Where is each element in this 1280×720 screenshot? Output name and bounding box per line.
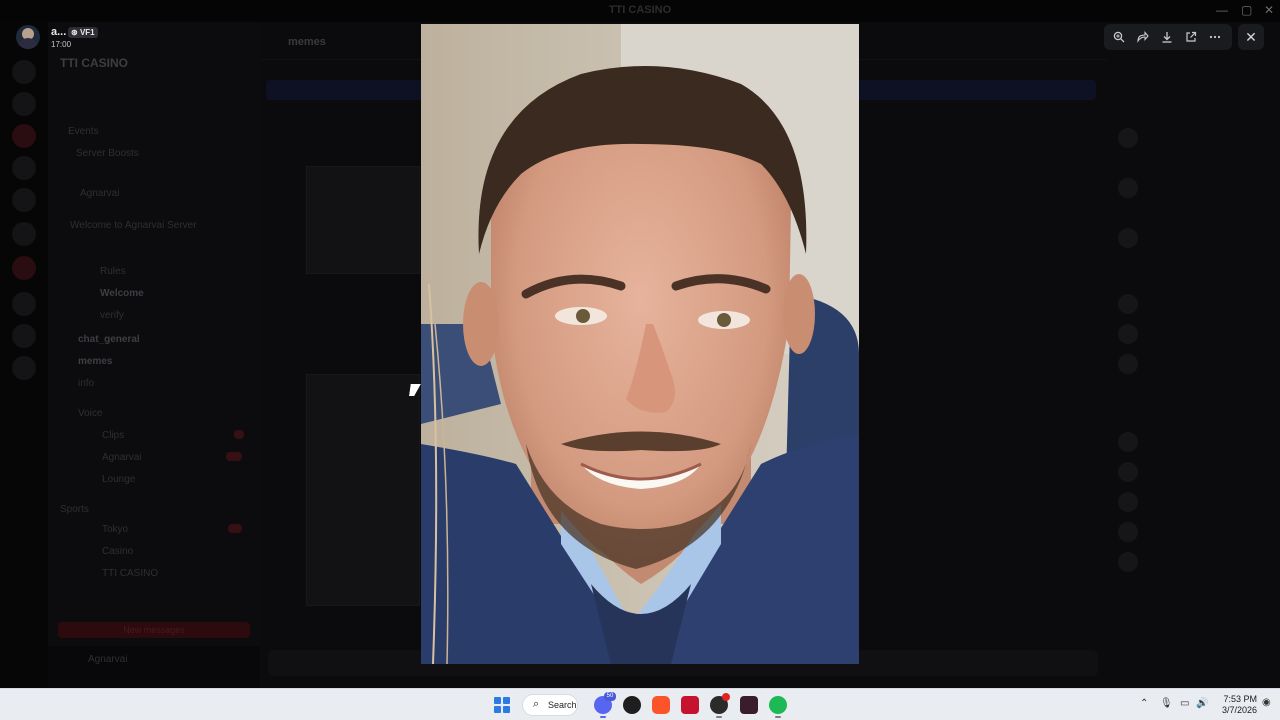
microphone-icon[interactable]: 🎙 [1160,698,1173,709]
close-icon[interactable]: ✕ [1238,24,1264,50]
zoom-in-icon[interactable] [1109,27,1129,47]
channel-item[interactable]: Welcome [100,288,144,299]
forward-icon[interactable] [1133,27,1153,47]
avatar[interactable] [1118,522,1138,542]
channel-item[interactable]: Rules [100,266,126,277]
clock[interactable]: 7:53 PM 3/7/2026 [1213,694,1257,716]
new-messages-bar[interactable]: New messages [58,622,250,638]
category-label[interactable]: Voice [78,408,102,419]
brave-icon[interactable] [652,696,670,714]
avatar[interactable] [1118,552,1138,572]
taskbar: ⌕ Search 50 ⌃ 🎙 ▭ 🔊 7:53 PM 3/7/2026 ◉ [0,688,1280,720]
explore-icon[interactable] [12,356,36,380]
server-icon[interactable] [12,188,36,212]
server-icon[interactable] [12,156,36,180]
uploader-avatar[interactable] [16,25,40,49]
add-server-icon[interactable] [12,324,36,348]
unread-badge [234,430,244,439]
search-icon: ⌕ [533,698,540,710]
channel-sidebar: TTI CASINO Events Server Boosts Agnarvai… [48,22,260,688]
open-external-icon[interactable] [1181,27,1201,47]
channel-item[interactable]: TTI CASINO [102,568,158,579]
channel-item[interactable]: Server Boosts [76,148,139,159]
new-messages-label: New messages [123,625,185,635]
channel-item[interactable]: Events [68,126,99,137]
member-list [1108,22,1280,688]
mouse-cursor [409,384,421,396]
avatar[interactable] [1118,294,1138,314]
acrobat-icon[interactable] [681,696,699,714]
active-indicator [775,716,781,718]
unread-badge [228,524,242,533]
chevron-up-icon[interactable]: ⌃ [1140,698,1148,709]
search-label: Search [548,700,577,710]
minimize-icon[interactable]: — [1216,3,1228,17]
download-icon[interactable] [1157,27,1177,47]
server-icon[interactable] [12,256,36,280]
g-icon[interactable] [623,696,641,714]
avatar[interactable] [1118,178,1138,198]
server-icon[interactable] [12,92,36,116]
network-icon[interactable]: ▭ [1180,698,1189,709]
channel-item[interactable]: Welcome to Agnarvai Server [70,220,197,231]
notification-dot [722,693,730,701]
more-icon[interactable] [1205,27,1225,47]
channel-item[interactable]: Tokyo [102,524,128,535]
message-image[interactable] [306,374,420,606]
uploader-name[interactable]: a... [51,26,66,38]
title-bar: TTI CASINO — ▢ ✕ [0,0,1280,22]
user-name[interactable]: Agnarvai [88,654,127,665]
spotify-icon[interactable] [769,696,787,714]
active-indicator [600,716,606,718]
viewed-photo[interactable] [421,24,859,664]
active-indicator [716,716,722,718]
close-window-icon[interactable]: ✕ [1264,3,1274,17]
search-box[interactable]: ⌕ Search [522,694,578,716]
channel-item[interactable]: Agnarvai [80,188,119,199]
channel-item[interactable]: verify [100,310,124,321]
message-image[interactable] [306,166,420,274]
app2-icon[interactable] [740,696,758,714]
start-icon[interactable] [494,697,510,713]
window-title: TTI CASINO [608,4,672,16]
uploader-tag: ⊛ VF1 [68,27,98,38]
avatar[interactable] [1118,492,1138,512]
channel-item[interactable]: Clips [102,430,124,441]
maximize-icon[interactable]: ▢ [1241,3,1252,17]
server-name[interactable]: TTI CASINO [60,56,128,70]
clock-time: 7:53 PM [1223,694,1257,704]
server-icon[interactable] [12,60,36,84]
user-panel: Agnarvai [48,646,260,688]
avatar[interactable] [1118,128,1138,148]
server-icon[interactable] [12,292,36,316]
channel-name: memes [288,36,326,48]
clock-date: 3/7/2026 [1221,705,1257,715]
uploader-tag-label: VF1 [79,28,95,37]
unread-badge [226,452,242,461]
portrait-image [421,24,859,664]
server-icon[interactable] [12,222,36,246]
category-label[interactable]: Sports [60,504,89,515]
channel-item[interactable]: chat_general [78,334,140,345]
channel-item[interactable]: Casino [102,546,133,557]
discord-badge: 50 [604,692,616,701]
avatar[interactable] [1118,324,1138,344]
channel-item[interactable]: memes [78,356,112,367]
volume-icon[interactable]: 🔊 [1196,698,1208,709]
avatar[interactable] [1118,462,1138,482]
channel-item[interactable]: Agnarvai [102,452,141,463]
channel-item[interactable]: info [78,378,94,389]
upload-time: 17:00 [51,40,72,49]
avatar[interactable] [1118,432,1138,452]
avatar[interactable] [1118,228,1138,248]
avatar[interactable] [1118,354,1138,374]
channel-item[interactable]: Lounge [102,474,135,485]
server-icon[interactable] [12,124,36,148]
notification-icon[interactable]: ◉ [1262,697,1271,708]
viewer-toolbar [1104,24,1232,50]
server-list [0,22,48,688]
